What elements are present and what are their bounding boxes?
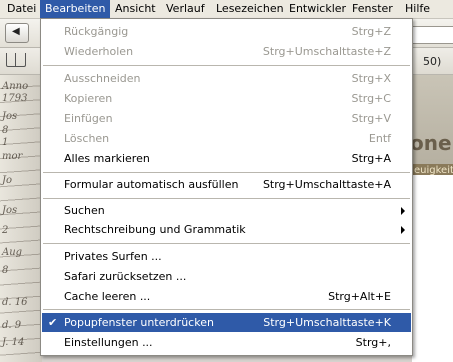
- menu-item-spelling[interactable]: Rechtschreibung und Grammatik: [42, 220, 411, 239]
- menu-verlauf[interactable]: Verlauf: [161, 0, 210, 18]
- bookmarks-book-icon[interactable]: [6, 53, 26, 67]
- menu-item-delete[interactable]: Löschen Entf: [42, 129, 411, 148]
- menu-item-label: Wiederholen: [64, 45, 134, 58]
- menu-item-private-browsing[interactable]: Privates Surfen ...: [42, 247, 411, 266]
- menu-item-cut[interactable]: Ausschneiden Strg+X: [42, 69, 411, 88]
- menu-item-paste[interactable]: Einfügen Strg+V: [42, 109, 411, 128]
- manuscript-line: J. 14: [2, 337, 25, 348]
- menu-separator: [43, 172, 410, 173]
- manuscript-line: d. 9: [2, 320, 22, 331]
- manuscript-line: 1: [2, 137, 9, 148]
- menu-item-label: Suchen: [64, 204, 105, 217]
- menu-item-label: Einfügen: [64, 112, 113, 125]
- menu-item-shortcut: Strg+V: [351, 112, 391, 125]
- manuscript-image: Anno 1793 Jos 8 1 mor Jo Jos 2 Aug 8 d. …: [0, 75, 42, 362]
- menu-item-shortcut: Strg+,: [355, 336, 391, 349]
- menu-item-label: Einstellungen ...: [64, 336, 153, 349]
- menu-item-shortcut: Strg+Z: [351, 25, 391, 38]
- manuscript-line: 8: [2, 265, 9, 276]
- manuscript-line: mor: [2, 151, 23, 162]
- menu-datei[interactable]: Datei: [2, 0, 41, 18]
- edit-menu-dropdown: Rückgängig Strg+Z Wiederholen Strg+Umsch…: [40, 18, 413, 356]
- menu-item-label: Popupfenster unterdrücken: [64, 316, 214, 329]
- menu-item-shortcut: Strg+Umschalttaste+A: [262, 178, 391, 191]
- submenu-arrow-icon: [401, 207, 405, 215]
- menu-hilfe[interactable]: Hilfe: [400, 0, 435, 18]
- menu-item-shortcut: Strg+Umschalttaste+Z: [262, 45, 391, 58]
- menu-item-shortcut: Strg+A: [351, 152, 391, 165]
- menu-entwickler[interactable]: Entwickler: [284, 0, 351, 18]
- menu-separator: [43, 309, 410, 310]
- menu-item-label: Privates Surfen ...: [64, 250, 162, 263]
- menu-item-label: Alles markieren: [64, 152, 150, 165]
- manuscript-line: Jos: [2, 205, 18, 216]
- menu-item-label: Kopieren: [64, 92, 113, 105]
- menu-item-shortcut: Strg+C: [351, 92, 391, 105]
- menu-item-label: Ausschneiden: [64, 72, 141, 85]
- manuscript-line: Anno: [2, 81, 29, 92]
- bookmark-count: 50): [423, 55, 442, 68]
- checkmark-icon: ✔: [48, 316, 58, 329]
- menu-item-label: Cache leeren ...: [64, 290, 151, 303]
- menu-bearbeiten[interactable]: Bearbeiten: [40, 0, 111, 18]
- menu-item-label: Rechtschreibung und Grammatik: [64, 223, 246, 236]
- menu-item-shortcut: Entf: [368, 132, 391, 145]
- manuscript-line: d. 16: [2, 297, 28, 308]
- menu-item-label: Rückgängig: [64, 25, 129, 38]
- manuscript-line: 8: [2, 125, 9, 136]
- menu-lesezeichen[interactable]: Lesezeichen: [211, 0, 289, 18]
- menu-item-redo[interactable]: Wiederholen Strg+Umschalttaste+Z: [42, 42, 411, 61]
- menu-bar: Datei Bearbeiten Ansicht Verlauf Lesezei…: [0, 0, 453, 19]
- page-banner: one euigkeit: [410, 75, 453, 179]
- menu-separator: [43, 65, 410, 66]
- menu-item-shortcut: Strg+Umschalttaste+K: [263, 316, 391, 329]
- menu-ansicht[interactable]: Ansicht: [110, 0, 161, 18]
- manuscript-line: Jo: [2, 175, 13, 186]
- manuscript-line: 1793: [2, 93, 28, 104]
- back-arrow-icon: ◀: [12, 26, 20, 37]
- banner-title: one: [410, 131, 452, 155]
- menu-separator: [43, 243, 410, 244]
- menu-item-label: Formular automatisch ausfüllen: [64, 178, 239, 191]
- menu-item-label: Löschen: [64, 132, 110, 145]
- menu-item-empty-cache[interactable]: Cache leeren ... Strg+Alt+E: [42, 287, 411, 306]
- menu-item-reset-safari[interactable]: Safari zurücksetzen ...: [42, 267, 411, 286]
- menu-item-select-all[interactable]: Alles markieren Strg+A: [42, 149, 411, 168]
- menu-item-copy[interactable]: Kopieren Strg+C: [42, 89, 411, 108]
- menu-fenster[interactable]: Fenster: [347, 0, 398, 18]
- menu-item-shortcut: Strg+X: [351, 72, 391, 85]
- back-button[interactable]: ◀: [5, 23, 29, 43]
- menu-item-preferences[interactable]: Einstellungen ... Strg+,: [42, 333, 411, 352]
- manuscript-line: Jos: [2, 111, 18, 122]
- submenu-arrow-icon: [401, 226, 405, 234]
- menu-item-undo[interactable]: Rückgängig Strg+Z: [42, 22, 411, 41]
- menu-item-block-popups[interactable]: ✔ Popupfenster unterdrücken Strg+Umschal…: [42, 313, 411, 332]
- menu-item-find[interactable]: Suchen: [42, 201, 411, 220]
- menu-separator: [43, 198, 410, 199]
- menu-item-shortcut: Strg+Alt+E: [328, 290, 391, 303]
- manuscript-line: 2: [2, 225, 9, 236]
- page-content: [412, 175, 453, 362]
- menu-item-autofill[interactable]: Formular automatisch ausfüllen Strg+Umsc…: [42, 175, 411, 194]
- menu-item-label: Safari zurücksetzen ...: [64, 270, 187, 283]
- manuscript-line: Aug: [2, 247, 23, 258]
